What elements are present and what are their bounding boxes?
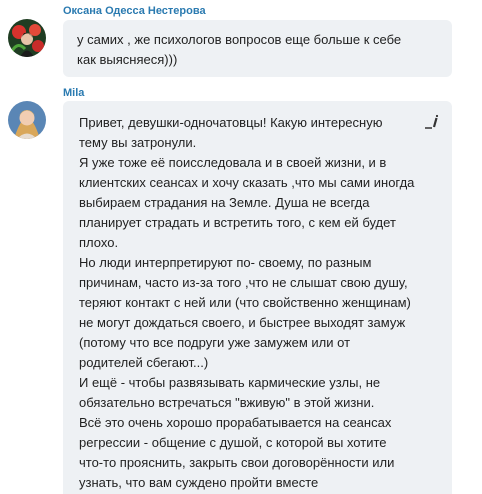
message-text-line: плохо. [79,235,119,250]
message-text-line: выбираем страдания на Земле. Душа не все… [79,195,370,210]
avatar-image [8,19,46,57]
message-text-line: Но люди интерпретируют по- своему, по ра… [79,255,372,270]
message-text-line: планирует страдать и встретить того, с к… [79,215,396,230]
message-text-line: причинам, часто из-за того ,что не слыша… [79,275,408,290]
author-name[interactable]: Оксана Одесса Нестерова [63,5,206,17]
message-text-line: у самих , же психологов вопросов еще бол… [77,32,402,47]
message-text-line: тему вы затронули. [79,135,197,150]
message-post: Оксана Одесса Нестерова у самих , же пси… [0,0,482,82]
user-avatar[interactable] [8,19,46,57]
message-feed: Оксана Одесса Нестерова у самих , же пси… [0,0,482,494]
message-text-line: родителей сбегают...) [79,355,209,370]
message-text-line: что-то прояснить, закрыть свои договорён… [79,455,395,470]
user-avatar[interactable] [8,101,46,139]
message-text-line: как выясняеся))) [77,52,178,67]
author-name[interactable]: Mila [63,87,84,99]
message-post: Mila Привет, девушки-одночатовцы! Какую … [0,82,482,494]
message-text-line: И ещё - чтобы развязывать кармические уз… [79,375,381,390]
message-text-line: теряют контакт с ней или (что свойственн… [79,295,411,310]
edit-pencil-icon[interactable] [423,114,439,130]
message-text-line: регрессии - общение с душой, с которой в… [79,435,387,450]
message-text-line: не могут дождаться своего, и быстрее вых… [79,315,406,330]
avatar-image [8,101,46,139]
message-bubble: у самих , же психологов вопросов еще бол… [63,20,452,77]
message-bubble: Привет, девушки-одночатовцы! Какую интер… [63,101,452,494]
message-text-line: обязательно встречаться "вживую" в этой … [79,395,375,410]
message-text-line: клиентских сеансах и хочу сказать ,что м… [79,175,415,190]
message-text-line: (потому что все подруги уже замужем или … [79,335,351,350]
message-text-line: узнать, что вам суждено пройти вместе [79,475,319,490]
message-text-line: Привет, девушки-одночатовцы! Какую интер… [79,115,383,130]
message-text-line: Всё это очень хорошо прорабатывается на … [79,415,392,430]
message-text-line: Я уже тоже её поисследовала и в своей жи… [79,155,387,170]
